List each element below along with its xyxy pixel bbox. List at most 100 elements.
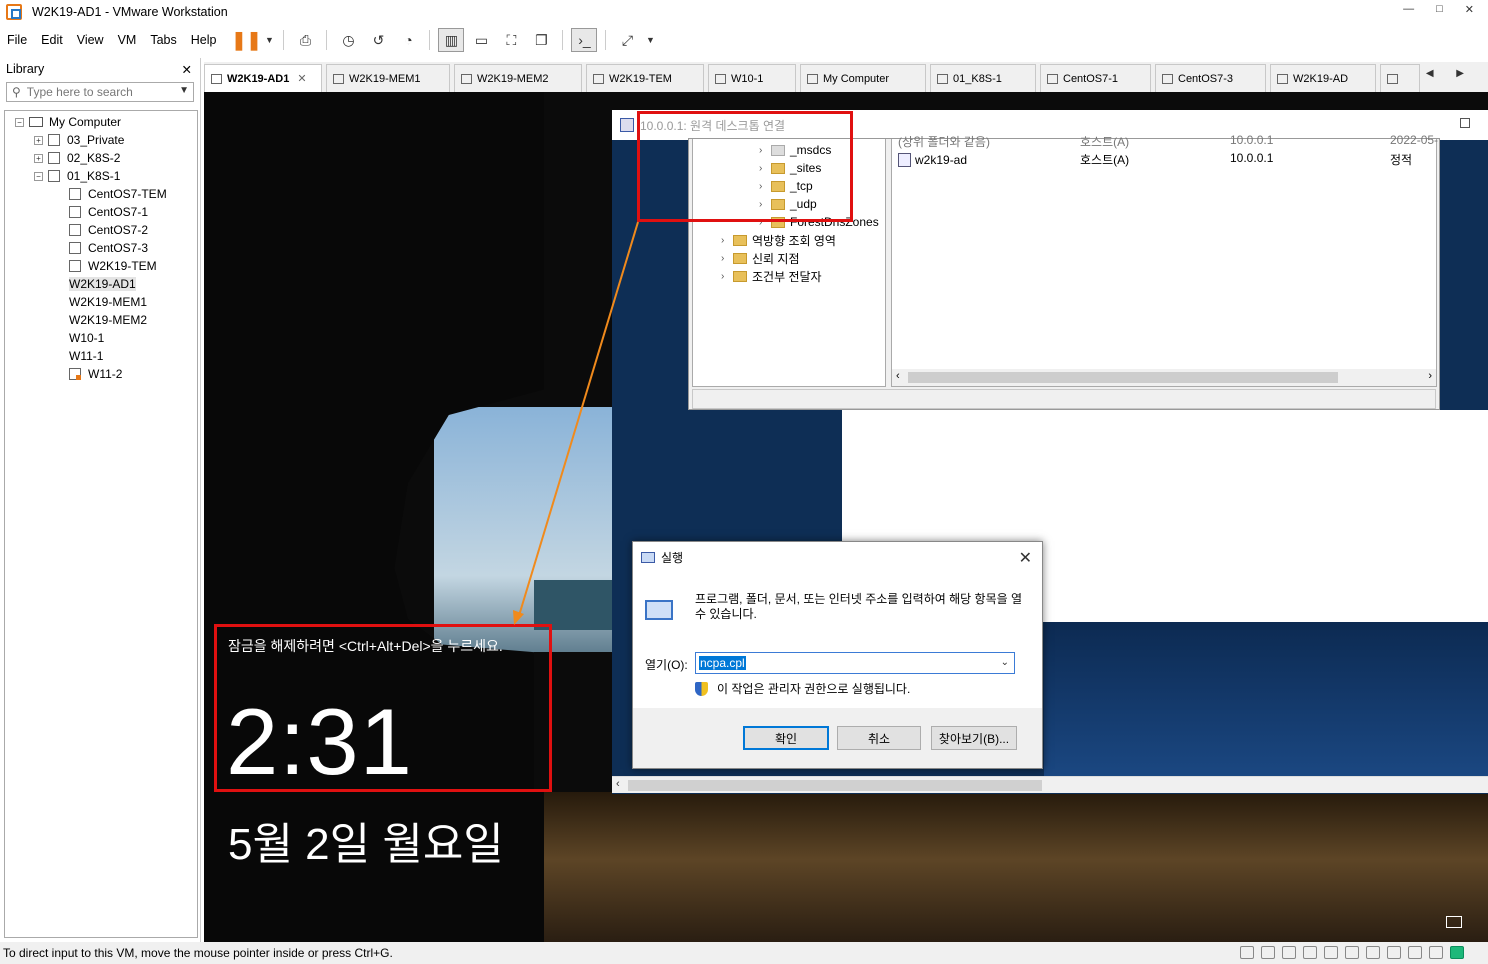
snapshot-icon[interactable]: ◷	[335, 28, 361, 52]
tree-item-vm[interactable]: CentOS7-3	[5, 239, 197, 257]
search-placeholder: Type here to search	[26, 85, 133, 99]
expand-icon[interactable]: +	[34, 153, 43, 163]
tree-label: CentOS7-3	[88, 241, 149, 255]
tree-item-vm[interactable]: W2K19-TEM	[5, 257, 197, 275]
tree-item-vm[interactable]: W11-2	[5, 365, 197, 383]
camera-icon[interactable]	[1366, 946, 1380, 959]
messages-icon[interactable]	[1450, 946, 1464, 959]
tab-label: My Computer	[823, 72, 890, 85]
tree-item-vm[interactable]: W2K19-MEM2	[5, 311, 844, 788]
chevron-down-icon[interactable]: ▼	[179, 85, 189, 96]
toolbar-separator	[605, 30, 607, 50]
stretch-guest-icon[interactable]: ⤢	[614, 28, 640, 52]
network-adapter-icon[interactable]	[1282, 946, 1296, 959]
revert-snapshot-icon[interactable]: ↺	[365, 28, 391, 52]
console-view-icon[interactable]: ›_	[571, 28, 598, 52]
unity-icon[interactable]: ❐	[528, 28, 554, 52]
tree-label: CentOS7-TEM	[88, 187, 167, 201]
device-icons	[1240, 946, 1464, 959]
restore-button[interactable]: □	[1436, 3, 1443, 16]
vm-icon	[715, 73, 726, 84]
tree-item-vm[interactable]: W2K19-MEM1	[5, 293, 844, 788]
tab-close-icon[interactable]: ✕	[297, 72, 306, 85]
tree-item-vm-selected[interactable]: W2K19-AD1	[5, 275, 844, 788]
tab-my-computer[interactable]: My Computer	[800, 64, 926, 92]
tree-item-my-computer[interactable]: − My Computer	[5, 113, 197, 131]
folder-icon	[937, 73, 948, 84]
tab-label: CentOS7-3	[1178, 72, 1234, 85]
printer-icon[interactable]	[1303, 946, 1317, 959]
folder-icon	[48, 152, 60, 164]
tree-label: W10-1	[69, 331, 105, 345]
display-icon[interactable]	[1387, 946, 1401, 959]
library-tree: − My Computer + 03_Private + 02_K8S-2 − …	[4, 110, 844, 938]
dropdown-arrow-icon[interactable]: ▼	[263, 28, 275, 52]
library-close-button[interactable]: ✕	[182, 62, 192, 77]
menu-view[interactable]: View	[70, 33, 111, 47]
menu-vm[interactable]: VM	[111, 33, 144, 47]
tab-w2k19-mem2[interactable]: W2K19-MEM2	[454, 64, 582, 92]
tab-label: W2K19-AD	[1293, 72, 1349, 85]
tab-w2k19-ad1[interactable]: W2K19-AD1 ✕	[204, 64, 322, 92]
vm-icon	[211, 73, 222, 84]
thumbnail-bar-icon[interactable]: ▭	[468, 28, 494, 52]
tab-centos7-1[interactable]: CentOS7-1	[1040, 64, 1151, 92]
removable-device-icon[interactable]	[1408, 946, 1422, 959]
show-library-icon[interactable]: ▥	[438, 28, 465, 52]
menu-bar: File Edit View VM Tabs Help ❚❚ ▼ ⎙ ◷ ↺ ◔…	[0, 24, 1488, 56]
close-button[interactable]: ✕	[1465, 3, 1474, 16]
tab-01-k8s-1[interactable]: 01_K8S-1	[930, 64, 1036, 92]
tree-item-group[interactable]: + 03_Private	[5, 131, 197, 149]
vm-icon	[69, 188, 81, 200]
expand-icon[interactable]: +	[34, 135, 43, 145]
tree-item-vm[interactable]: CentOS7-2	[5, 221, 197, 239]
tree-label: W11-1	[69, 349, 104, 363]
library-search-input[interactable]: ⚲ Type here to search ▼	[6, 82, 194, 102]
folder-icon	[48, 134, 60, 146]
usb-icon[interactable]	[1324, 946, 1338, 959]
tab-overflow[interactable]	[1380, 64, 1420, 92]
vm-icon	[593, 73, 604, 84]
sound-icon[interactable]	[1345, 946, 1359, 959]
vmware-logo-icon	[6, 4, 22, 20]
title-bar: W2K19-AD1 - VMware Workstation — □ ✕	[0, 0, 1488, 24]
collapse-icon[interactable]: −	[34, 171, 43, 181]
tree-item-group[interactable]: + 02_K8S-2	[5, 149, 197, 167]
minimize-button[interactable]: —	[1403, 3, 1414, 16]
full-screen-icon[interactable]: ⛶	[498, 28, 524, 52]
tab-label: W2K19-MEM2	[477, 72, 549, 85]
tab-w2k19-ad[interactable]: W2K19-AD	[1270, 64, 1376, 92]
vm-console[interactable]: 10.0.0.1: 원격 데스크톱 연결 › _msdcs › _sites › _t…	[204, 92, 1488, 942]
send-ctrl-alt-del-icon[interactable]: ⎙	[292, 28, 318, 52]
tab-w2k19-mem1[interactable]: W2K19-MEM1	[326, 64, 450, 92]
menu-edit[interactable]: Edit	[34, 33, 70, 47]
menu-help[interactable]: Help	[184, 33, 224, 47]
tab-centos7-3[interactable]: CentOS7-3	[1155, 64, 1266, 92]
tab-w10-1[interactable]: W10-1	[708, 64, 796, 92]
tab-w2k19-tem[interactable]: W2K19-TEM	[586, 64, 704, 92]
tree-item-vm[interactable]: CentOS7-TEM	[5, 185, 197, 203]
tree-label: W2K19-TEM	[88, 259, 157, 273]
folder-icon	[48, 170, 60, 182]
pause-icon[interactable]: ❚❚	[231, 28, 261, 52]
tab-label: W10-1	[731, 72, 764, 85]
tree-label: CentOS7-1	[88, 205, 149, 219]
tree-item-vm[interactable]: W10-1	[5, 329, 844, 788]
removable-device-icon[interactable]	[1429, 946, 1443, 959]
hard-disk-icon[interactable]	[1240, 946, 1254, 959]
tree-item-vm[interactable]: W11-1	[5, 347, 844, 788]
tree-item-group[interactable]: − 01_K8S-1	[5, 167, 197, 185]
menu-file[interactable]: File	[0, 33, 34, 47]
toolbar-separator	[429, 30, 431, 50]
tab-label: 01_K8S-1	[953, 72, 1002, 85]
tab-scroll-arrows-icon[interactable]: ◀ ▶	[1426, 68, 1474, 79]
vm-icon	[69, 206, 81, 218]
tree-item-vm[interactable]: CentOS7-1	[5, 203, 197, 221]
toolbar-separator	[283, 30, 285, 50]
menu-tabs[interactable]: Tabs	[143, 33, 183, 47]
cd-dvd-icon[interactable]	[1261, 946, 1275, 959]
collapse-icon[interactable]: −	[15, 117, 24, 127]
snapshot-manager-icon[interactable]: ◔	[395, 28, 421, 52]
dropdown-arrow-icon[interactable]: ▼	[644, 28, 656, 52]
arrow-head	[513, 610, 524, 625]
